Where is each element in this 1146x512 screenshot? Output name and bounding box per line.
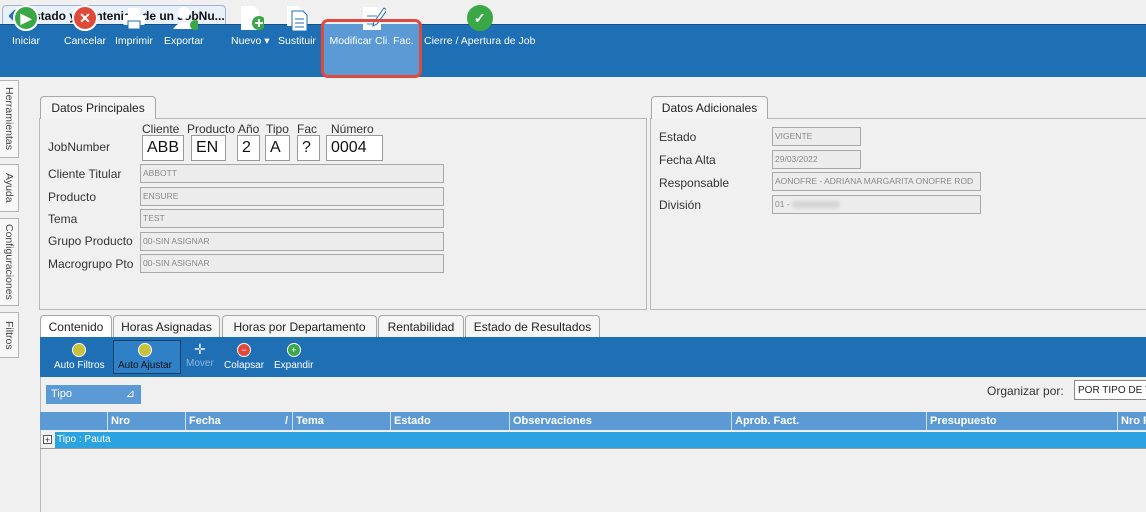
fecha-alta-label: Fecha Alta [659, 153, 716, 167]
col-aprob-fact[interactable]: Aprob. Fact. [731, 412, 926, 430]
col-presupuesto[interactable]: Presupuesto [926, 412, 1117, 430]
macrogrupo-field: 00-SIN ASIGNAR [140, 254, 444, 273]
datos-adicionales-panel [650, 118, 1146, 310]
col-estado[interactable]: Estado [390, 412, 509, 430]
sort-icon: ⊿ [125, 388, 135, 400]
cancelar-button[interactable]: ✕ Cancelar [64, 0, 106, 52]
side-tab-ayuda[interactable]: Ayuda [0, 164, 19, 212]
division-label: División [659, 198, 702, 212]
cliente-code-input[interactable]: ABB [142, 135, 184, 161]
side-tab-herramientas[interactable]: Herramientas [0, 80, 19, 158]
anio-input[interactable]: 2 [237, 135, 260, 161]
producto-field: ENSURE [140, 187, 444, 206]
export-user-icon [172, 7, 198, 30]
col-nro[interactable]: Nro [107, 412, 185, 430]
col-tema[interactable]: Tema [292, 412, 390, 430]
macrogrupo-label: Macrogrupo Pto [48, 257, 134, 271]
fac-input[interactable]: ? [297, 135, 320, 161]
organizar-select[interactable]: POR TIPO DE TI [1074, 380, 1146, 400]
tema-field: TEST [140, 209, 444, 228]
header-cliente: Cliente [142, 122, 180, 136]
datos-principales-tab: Datos Principales [40, 96, 156, 119]
col-nro-p[interactable]: Nro P [1117, 412, 1146, 430]
redacted-blur [792, 201, 841, 209]
tema-label: Tema [48, 212, 78, 226]
printer-icon [122, 8, 145, 30]
tipo-input[interactable]: A [265, 135, 290, 161]
group-chip-tipo[interactable]: Tipo ⊿ [46, 385, 141, 404]
play-circle-icon: ▶ [13, 5, 39, 31]
header-numero: Número [331, 122, 374, 136]
producto-label: Producto [48, 190, 97, 204]
highlight-box [321, 19, 422, 78]
responsable-label: Responsable [659, 176, 730, 190]
tab-estado-de-resultados[interactable]: Estado de Resultados [465, 315, 600, 338]
divider [40, 448, 1146, 449]
collapse-icon: − [237, 343, 252, 357]
move-icon: ✛ [194, 340, 206, 357]
datos-adicionales-tab: Datos Adicionales [651, 96, 768, 119]
estado-field: VIGENTE [772, 127, 861, 146]
mover-button[interactable]: ✛ Mover [186, 340, 214, 370]
producto-code-input[interactable]: EN [191, 135, 226, 161]
replace-document-icon [286, 6, 308, 32]
header-producto: Producto [187, 122, 236, 136]
iniciar-button[interactable]: ▶ Iniciar [12, 0, 40, 52]
cliente-titular-label: Cliente Titular [48, 167, 122, 181]
division-field: 01 - [772, 195, 981, 214]
nuevo-button[interactable]: Nuevo ▾ [231, 0, 270, 52]
estado-label: Estado [659, 130, 697, 144]
tab-rentabilidad[interactable]: Rentabilidad [378, 315, 464, 338]
auto-filtros-button[interactable]: Auto Filtros [54, 343, 105, 371]
tab-horas-asignadas[interactable]: Horas Asignadas [113, 315, 220, 338]
side-tab-configuraciones[interactable]: Configuraciones [0, 218, 19, 306]
jobnumber-label: JobNumber [48, 140, 111, 154]
tab-contenido[interactable]: Contenido [40, 315, 112, 338]
grupo-producto-field: 00-SIN ASIGNAR [140, 232, 444, 251]
sustituir-button[interactable]: Sustituir [278, 0, 316, 52]
fecha-alta-field: 29/03/2022 [772, 150, 861, 169]
numero-input[interactable]: 0004 [326, 135, 383, 161]
expandir-button[interactable]: + Expandir [274, 343, 313, 371]
imprimir-button[interactable]: Imprimir [115, 0, 153, 52]
cliente-titular-field: ABBOTT [140, 164, 444, 183]
auto-ajustar-icon [137, 343, 152, 357]
tab-horas-por-departamento[interactable]: Horas por Departamento [222, 315, 377, 338]
auto-filtros-icon [72, 343, 87, 357]
cierre-apertura-button[interactable]: ✓ Cierre / Apertura de Job [424, 0, 535, 52]
side-tab-filtros[interactable]: Filtros [0, 312, 19, 358]
header-tipo: Tipo [266, 122, 289, 136]
organizar-label: Organizar por: [987, 384, 1064, 398]
header-anio: Año [238, 122, 260, 136]
expand-row-icon[interactable]: + [43, 435, 52, 445]
responsable-field: AONOFRE - ADRIANA MARGARITA ONOFRE ROD [772, 172, 981, 191]
header-fac: Fac [297, 122, 318, 136]
chevron-down-icon: ▾ [261, 35, 270, 47]
sort-arrow-icon: / [284, 415, 288, 427]
colapsar-button[interactable]: − Colapsar [224, 343, 264, 371]
auto-ajustar-button[interactable]: Auto Ajustar [118, 343, 172, 371]
cancel-circle-icon: ✕ [72, 5, 99, 31]
exportar-button[interactable]: Exportar [164, 0, 204, 52]
group-row[interactable]: Tipo : Pauta [55, 432, 1146, 448]
grupo-producto-label: Grupo Producto [48, 234, 133, 248]
expand-icon: + [286, 343, 301, 357]
col-observaciones[interactable]: Observaciones [509, 412, 731, 430]
col-fecha[interactable]: Fecha / [185, 412, 292, 430]
new-document-icon [241, 6, 265, 30]
checkmark-circle-icon: ✓ [466, 5, 493, 31]
